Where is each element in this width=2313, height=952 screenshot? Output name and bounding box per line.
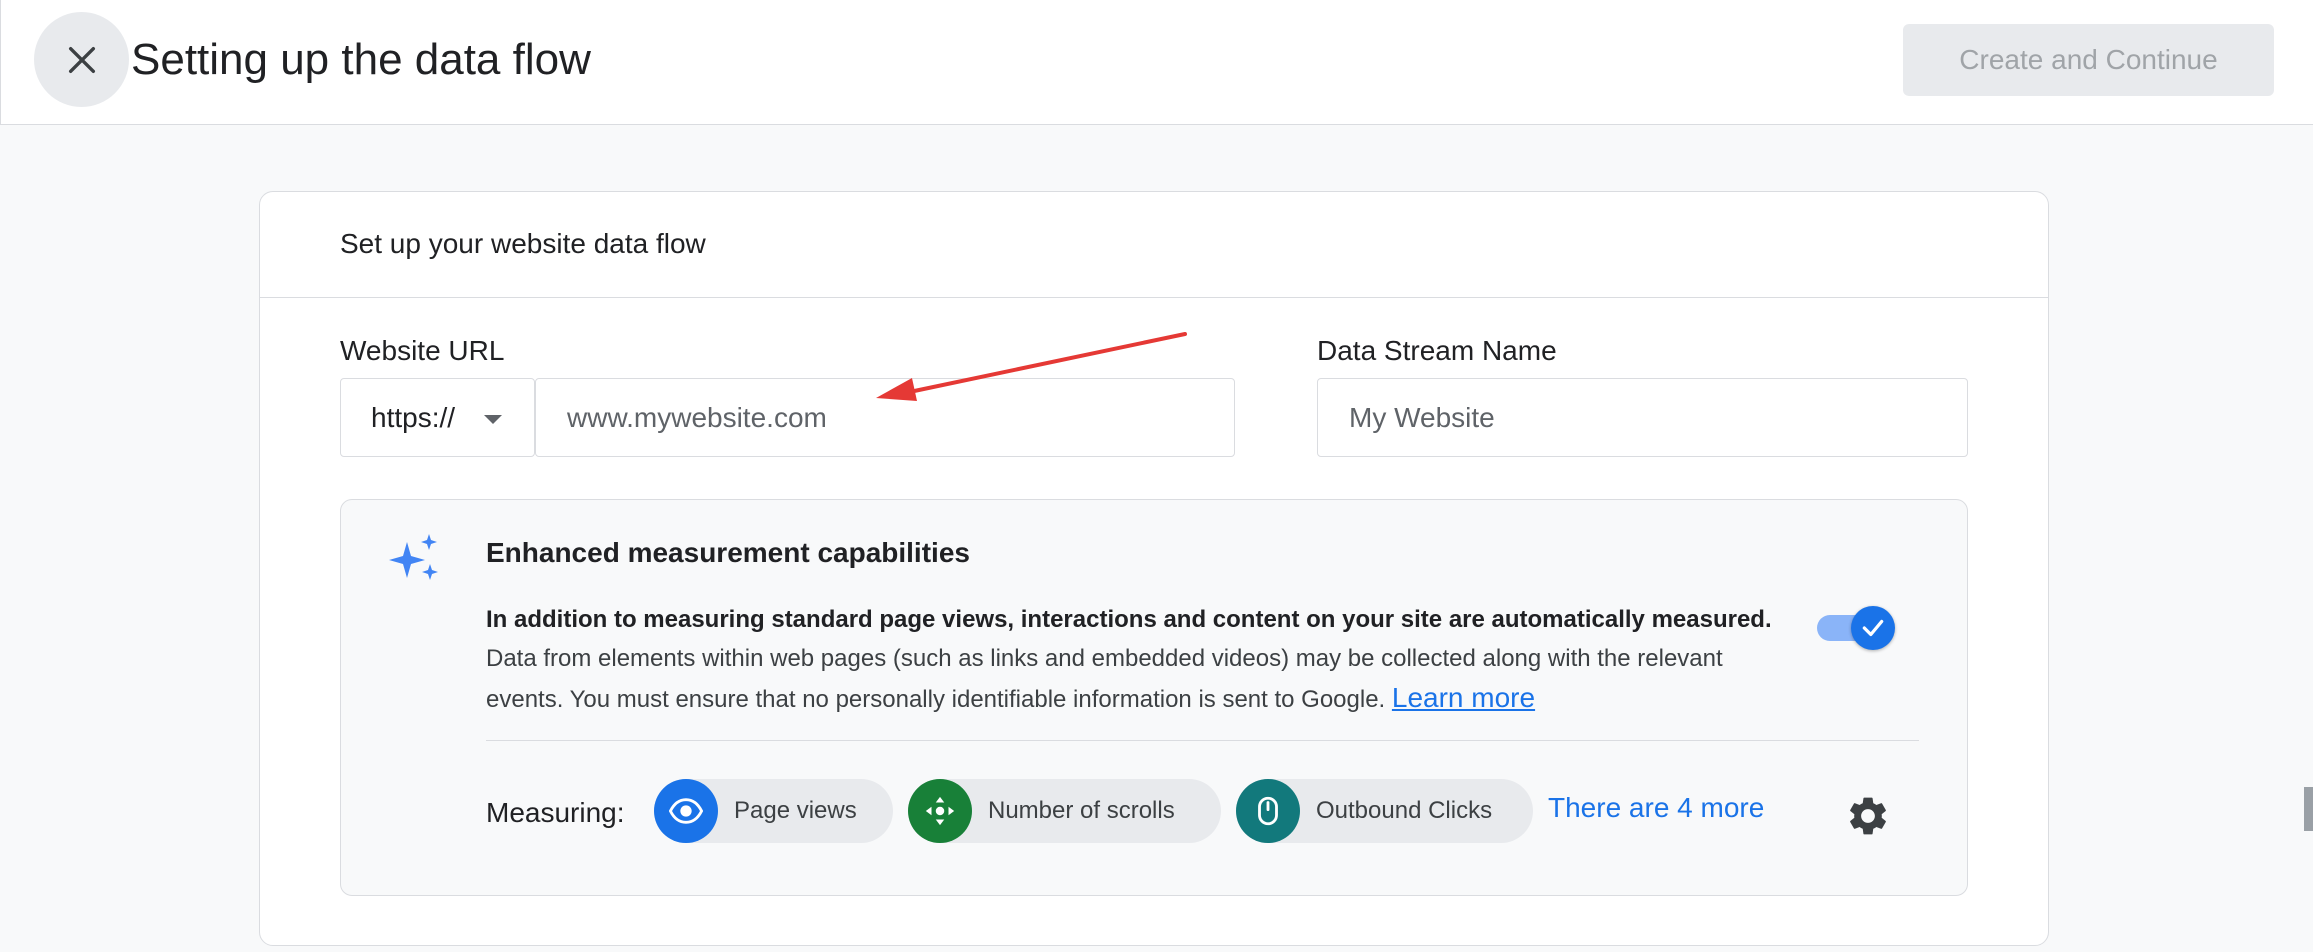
close-icon [68, 46, 95, 73]
stream-name-label: Data Stream Name [1317, 335, 1557, 366]
protocol-select[interactable]: https:// [340, 378, 535, 457]
divider [486, 740, 1919, 741]
gear-icon[interactable] [1845, 793, 1891, 839]
eye-icon [654, 779, 718, 843]
card-header: Set up your website data flow [260, 192, 2048, 298]
mouse-icon [1236, 779, 1300, 843]
description-text: Data from elements within web pages (suc… [486, 645, 1723, 713]
chip-label: Page views [734, 797, 857, 824]
toggle-thumb [1851, 606, 1895, 650]
chip-page-views: Page views [654, 779, 893, 843]
check-icon [1862, 619, 1884, 637]
close-button[interactable] [34, 12, 129, 107]
scrollbar-thumb[interactable] [2304, 787, 2313, 831]
protocol-value: https:// [371, 401, 456, 433]
top-bar: Setting up the data flow Create and Cont… [0, 0, 2313, 125]
sparkle-icon [389, 534, 438, 580]
chevron-down-icon [484, 415, 502, 424]
description-bold: In addition to measuring standard page v… [486, 606, 1772, 633]
setup-card: Set up your website data flow Website UR… [259, 191, 2049, 946]
website-url-input[interactable] [535, 378, 1235, 457]
enhanced-measurement-title: Enhanced measurement capabilities [486, 537, 970, 568]
measuring-label: Measuring: [486, 797, 625, 828]
chip-label: Outbound Clicks [1316, 797, 1493, 824]
enhanced-measurement-toggle[interactable] [1817, 604, 1895, 650]
stream-name-input[interactable] [1317, 378, 1968, 457]
chip-number-of-scrolls: Number of scrolls [908, 779, 1221, 843]
card-header-text: Set up your website data flow [340, 228, 706, 259]
website-url-label: Website URL [340, 335, 505, 366]
chip-label: Number of scrolls [988, 797, 1175, 824]
scroll-arrows-icon [908, 779, 972, 843]
chip-outbound-clicks: Outbound Clicks [1236, 779, 1533, 843]
enhanced-measurement-panel: Enhanced measurement capabilities In add… [340, 499, 1968, 896]
more-measurements-link[interactable]: There are 4 more [1548, 792, 1764, 824]
create-and-continue-button[interactable]: Create and Continue [1903, 24, 2274, 96]
page-title: Setting up the data flow [131, 35, 591, 84]
learn-more-link[interactable]: Learn more [1392, 682, 1535, 713]
enhanced-measurement-description: In addition to measuring standard page v… [486, 600, 1786, 719]
